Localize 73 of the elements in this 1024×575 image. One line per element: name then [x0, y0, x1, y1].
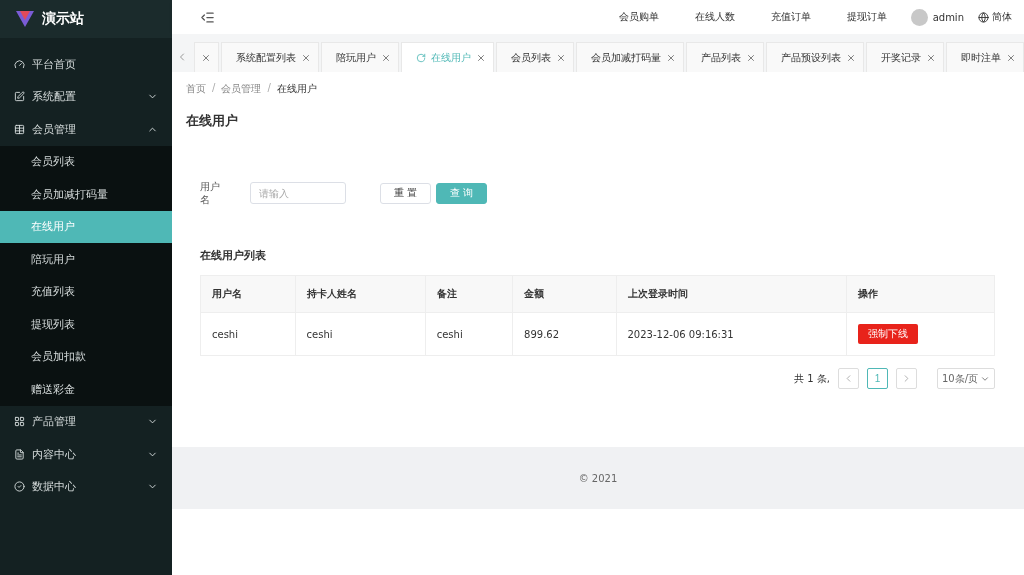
breadcrumb-separator: /: [267, 82, 271, 95]
table-icon: [14, 123, 25, 135]
total-count: 共 1 条,: [794, 371, 830, 386]
header-link[interactable]: 提现订单: [846, 10, 887, 24]
edit-icon: [14, 91, 25, 103]
sidebar-item[interactable]: 数据中心: [0, 470, 172, 503]
sidebar-subitem[interactable]: 会员加减打码量: [0, 178, 172, 211]
sidebar-subitem[interactable]: 充值列表: [0, 275, 172, 308]
sidebar-item[interactable]: 系统配置: [0, 80, 172, 113]
language-link[interactable]: 简体: [992, 10, 1012, 24]
table-cell: 2023-12-06 09:16:31: [616, 312, 847, 356]
grid-icon: [14, 416, 25, 428]
tab[interactable]: 产品预设列表: [766, 42, 864, 72]
close-icon[interactable]: [556, 52, 566, 63]
table-title: 在线用户列表: [200, 248, 267, 263]
page-size-select[interactable]: 10条/页: [936, 368, 995, 389]
sidebar-subitem[interactable]: 会员列表: [0, 145, 172, 178]
table-cell: 899.62: [512, 312, 616, 356]
table-cell: ceshi: [425, 312, 513, 356]
close-icon[interactable]: [926, 52, 936, 63]
refresh-icon: [416, 52, 426, 63]
close-icon[interactable]: [301, 52, 311, 63]
tab[interactable]: 系统配置列表: [221, 42, 319, 72]
header-link[interactable]: 会员购单: [618, 10, 659, 24]
sidebar-subitem[interactable]: 提现列表: [0, 308, 172, 341]
column-header: 操作: [846, 275, 995, 313]
close-icon[interactable]: [381, 52, 391, 63]
header-link[interactable]: 充值订单: [770, 10, 811, 24]
breadcrumb-separator: /: [212, 82, 216, 95]
gauge-icon: [14, 58, 25, 70]
sidebar-item[interactable]: 产品管理: [0, 405, 172, 438]
column-header: 持卡人姓名: [295, 275, 426, 313]
copyright-text: © 2021: [578, 472, 618, 484]
user-name[interactable]: admin: [932, 11, 964, 23]
brand-title: 演示站: [42, 10, 84, 28]
field-label: 用户名: [200, 180, 221, 206]
tab[interactable]: 会员加减打码量: [576, 42, 684, 72]
close-icon[interactable]: [846, 52, 856, 63]
breadcrumb-link[interactable]: 会员管理: [221, 82, 262, 96]
check-circle-icon: [14, 481, 25, 493]
logo-icon: [16, 11, 34, 27]
close-icon[interactable]: [476, 52, 486, 63]
table-cell: ceshi: [295, 312, 426, 356]
sidebar-subitem[interactable]: 会员加扣款: [0, 340, 172, 373]
page-title: 在线用户: [186, 112, 239, 130]
close-icon[interactable]: [1006, 52, 1016, 63]
tab[interactable]: 会员列表: [496, 42, 574, 72]
globe-icon[interactable]: [978, 11, 989, 23]
breadcrumb-link[interactable]: 首页: [186, 82, 206, 96]
sidebar-item[interactable]: 内容中心: [0, 438, 172, 471]
table-cell: ceshi: [200, 312, 295, 356]
close-icon[interactable]: [666, 52, 676, 63]
reset-button[interactable]: 重 置: [380, 182, 431, 204]
document-icon: [14, 448, 25, 460]
tab[interactable]: 产品列表: [686, 42, 764, 72]
sidebar-item[interactable]: 会员管理: [0, 113, 172, 146]
sidebar-subitem[interactable]: 赠送彩金: [0, 373, 172, 406]
force-logout-button[interactable]: 强制下线: [857, 324, 918, 344]
collapse-menu-icon[interactable]: [200, 9, 215, 25]
input-field[interactable]: 请输入: [250, 182, 346, 204]
header-link[interactable]: 在线人数: [694, 10, 735, 24]
sidebar-subitem[interactable]: 陪玩用户: [0, 243, 172, 276]
sidebar-item[interactable]: 平台首页: [0, 48, 172, 81]
close-icon[interactable]: [201, 52, 211, 63]
column-header: 上次登录时间: [616, 275, 847, 313]
tab[interactable]: 陪玩用户: [321, 42, 399, 72]
column-header: 金额: [512, 275, 616, 313]
column-header: 用户名: [200, 275, 295, 313]
column-header: 备注: [425, 275, 513, 313]
close-icon[interactable]: [746, 52, 756, 63]
tab[interactable]: 开奖记录: [866, 42, 944, 72]
tab[interactable]: 即时注单: [946, 42, 1024, 72]
breadcrumb-link[interactable]: 在线用户: [276, 82, 317, 96]
